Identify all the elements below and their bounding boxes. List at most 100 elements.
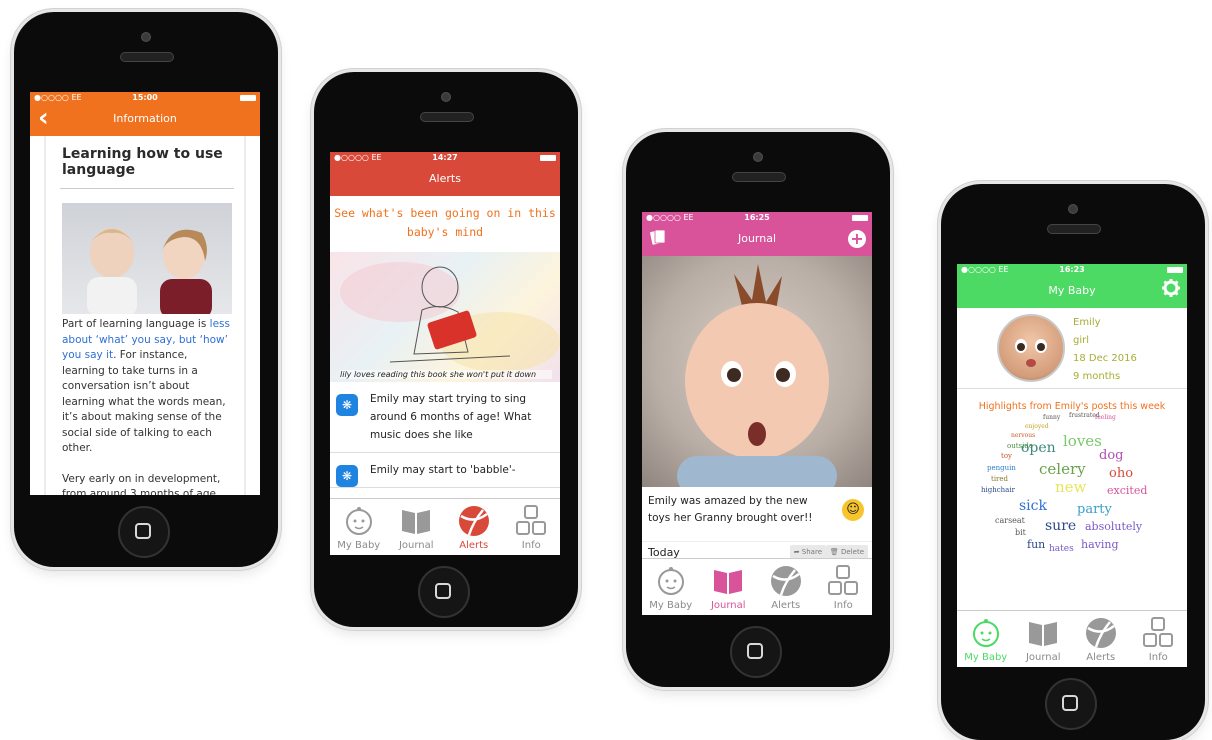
tab-label: My Baby [964,652,1008,663]
phone-journal: ●○○○○ EE 16:25 Journal + Emily was amaze… [626,132,890,687]
alert-text: Emily may start to 'babble'- [370,464,516,476]
article-paragraph-1: Part of learning language is less about … [62,318,230,454]
article-paragraph-2: Very early on in development, from aroun… [62,472,221,496]
cloud-word: oho [1109,466,1134,481]
avatar [997,314,1065,382]
nav-title: My Baby [1048,284,1096,297]
gear-icon[interactable] [1161,278,1181,298]
cloud-word: tired [991,475,1009,483]
tab-label: Info [833,600,853,611]
battery-icon [540,155,556,161]
tab-my-baby[interactable]: My Baby [642,559,700,615]
navigation-bar: Alerts [330,164,560,196]
dots-icon: ❋ [336,394,358,416]
front-camera [441,92,451,102]
cloud-word: highchair [981,486,1015,494]
tab-my-baby[interactable]: My Baby [957,611,1015,667]
cloud-word: party [1077,502,1112,517]
journal-screen: ●○○○○ EE 16:25 Journal + Emily was amaze… [642,212,872,615]
navigation-bar: ‹ Information [30,104,260,136]
alerts-screen: ●○○○○ EE 14:27 Alerts See what's been go… [330,152,560,555]
status-bar: ●○○○○ EE 14:27 [330,152,560,164]
share-button[interactable]: ➦ Share [789,545,826,559]
alert-item[interactable]: ❋ Emily may start to 'babble'- [330,453,560,488]
earpiece-speaker [732,172,786,182]
home-button[interactable] [118,506,170,558]
cloud-word: celery [1039,460,1086,478]
cards-icon[interactable] [650,228,666,246]
front-camera [1068,204,1078,214]
baby-post-photo[interactable] [642,256,872,487]
cloud-word: loves [1063,432,1102,450]
baby-face-icon [972,619,999,647]
book-icon [402,510,431,534]
nav-title: Alerts [429,172,461,185]
tab-label: Alerts [459,540,489,551]
blocks-icon [828,565,859,595]
highlights-title: Highlights from Emily's posts this week [978,401,1166,412]
alert-item[interactable]: ❋ Emily may start trying to sing around … [330,382,560,453]
my-baby-header: ●○○○○ EE 16:23 My Baby [957,264,1187,308]
baby-profile[interactable]: Emily girl 18 Dec 2016 9 months [957,308,1187,389]
tab-info[interactable]: Info [815,559,873,615]
tab-label: Info [521,540,541,551]
cloud-word: nervous [1011,432,1036,439]
article-body[interactable]: Learning how to use language Part of lea… [44,136,246,495]
tab-bar: My Baby Journal Alerts Info [642,558,872,615]
tab-label: Info [1148,652,1168,663]
home-button[interactable] [1045,678,1097,730]
earpiece-speaker [1047,224,1101,234]
cloud-word: fun [1027,538,1046,551]
baby-reading-illustration[interactable]: lily loves reading this book she won't p… [330,252,560,382]
tab-bar: My Baby Journal Alerts Info [330,498,560,555]
back-chevron-icon[interactable]: ‹ [38,104,49,132]
add-post-icon[interactable]: + [848,230,866,248]
divider [60,188,234,189]
home-button[interactable] [730,626,782,678]
smiley-icon[interactable]: ☺ [842,499,864,521]
image-caption: lily loves reading this book she won't p… [340,370,552,379]
battery-icon [852,215,868,221]
tab-info[interactable]: Info [1130,611,1188,667]
cloud-word: new [1055,478,1087,496]
tab-my-baby[interactable]: My Baby [330,499,388,555]
journal-header: ●○○○○ EE 16:25 Journal + [642,212,872,256]
status-bar: ●○○○○ EE 15:00 [30,92,260,104]
tab-label: Alerts [1086,652,1116,663]
baby-face-icon [657,567,684,595]
cloud-word: excited [1107,484,1148,497]
front-camera [141,32,151,42]
two-babies-photo [62,203,232,314]
ball-icon [1085,618,1116,648]
alerts-header: ●○○○○ EE 14:27 Alerts [330,152,560,196]
tab-info[interactable]: Info [503,499,561,555]
post-caption: Emily was amazed by the new toys her Gra… [642,487,872,531]
tab-journal[interactable]: Journal [388,499,446,555]
tab-journal[interactable]: Journal [700,559,758,615]
cloud-word: sure [1045,518,1077,534]
book-icon [714,570,743,594]
navigation-bar: Journal + [642,224,872,256]
phone-alerts: ●○○○○ EE 14:27 Alerts See what's been go… [314,72,578,627]
cloud-word: hates [1049,544,1074,554]
book-icon [1029,622,1058,646]
cloud-word: funny [1043,414,1061,421]
article-title: Learning how to use language [62,146,223,178]
battery-icon [1167,267,1183,273]
delete-button[interactable]: 🗑 Delete [825,545,868,559]
tab-alerts[interactable]: Alerts [445,499,503,555]
blocks-icon [1143,617,1174,647]
home-button[interactable] [418,566,470,618]
nav-title: Journal [737,232,777,245]
cloud-word: open [1021,440,1056,456]
tab-label: Journal [1025,652,1061,663]
navigation-bar: My Baby [957,276,1187,308]
ball-icon [458,506,489,536]
cloud-word: enjoyed [1025,423,1049,430]
cloud-word: toy [1001,452,1012,460]
tab-journal[interactable]: Journal [1015,611,1073,667]
tab-alerts[interactable]: Alerts [1072,611,1130,667]
front-camera [753,152,763,162]
tab-alerts[interactable]: Alerts [757,559,815,615]
battery-icon [240,95,256,101]
